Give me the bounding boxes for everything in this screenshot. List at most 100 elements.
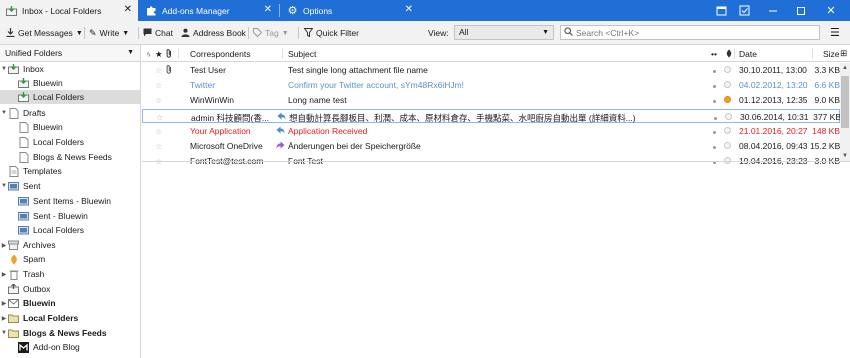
read-column-icon[interactable]: •• — [711, 49, 717, 59]
message-row[interactable]: ☆ WinWinWin Long name test 01.12.2013, 12:3… — [142, 93, 840, 107]
star-icon[interactable]: ☆ — [155, 141, 163, 151]
column-picker-icon[interactable]: ⊞ — [840, 48, 847, 59]
folder-item-bluewin[interactable]: Bluewin — [0, 120, 140, 134]
tab-options[interactable]: ⚙ Options ✕ — [281, 0, 419, 21]
tasks-icon[interactable] — [733, 0, 755, 21]
junk-status-icon[interactable] — [724, 65, 733, 75]
chevron-right-icon[interactable]: ▶ — [0, 242, 8, 249]
date-column[interactable]: Date — [739, 49, 757, 59]
get-messages-button[interactable]: Get Messages ▼ — [6, 25, 83, 41]
star-icon[interactable]: ☆ — [155, 65, 163, 75]
folder-item-local-folders[interactable]: Local Folders — [0, 90, 140, 104]
chevron-down-icon[interactable]: ▼ — [122, 30, 129, 37]
chevron-down-icon[interactable]: ▼ — [0, 330, 8, 336]
star-icon[interactable]: ☆ — [155, 80, 163, 90]
search-field[interactable] — [560, 25, 820, 40]
read-status-icon[interactable] — [714, 112, 722, 122]
folder-item-sent[interactable]: ▼ Sent — [0, 179, 140, 193]
folder-item-spam[interactable]: Spam — [0, 252, 140, 266]
star-icon[interactable]: ☆ — [156, 112, 164, 122]
message-list-scrollbar[interactable]: ▲ ▼ — [840, 63, 850, 161]
chevron-down-icon[interactable]: ▼ — [127, 49, 134, 56]
write-button[interactable]: ✎ Write ▼ — [89, 25, 129, 41]
star-icon[interactable]: ☆ — [155, 95, 163, 105]
pencil-icon: ✎ — [89, 27, 97, 38]
thread-column-icon[interactable]: ᛃ — [146, 49, 151, 59]
chevron-down-icon: ▼ — [542, 29, 549, 36]
folder-item-blogs-news-feeds[interactable]: ▼ Blogs & News Feeds — [0, 326, 140, 340]
puzzle-icon — [146, 5, 157, 16]
read-status-icon[interactable] — [713, 65, 721, 75]
column-divider[interactable] — [734, 48, 735, 59]
junk-flame-icon[interactable] — [724, 95, 733, 105]
junk-column-icon[interactable] — [725, 49, 733, 60]
read-status-icon[interactable] — [713, 80, 721, 90]
folder-item-local-folders[interactable]: Local Folders — [0, 223, 140, 237]
folder-item-outbox[interactable]: Outbox — [0, 282, 140, 296]
chevron-up-icon[interactable]: ▲ — [840, 63, 850, 73]
message-row[interactable]: ☆ Twitter Confirm your Twitter account, sY… — [142, 78, 840, 92]
tab-addons-manager[interactable]: Add-ons Manager ✕ — [140, 0, 278, 21]
chat-button[interactable]: Chat — [143, 25, 173, 41]
chevron-down-icon[interactable]: ▼ — [0, 183, 8, 189]
folder-item-sent-bluewin[interactable]: Sent - Bluewin — [0, 209, 140, 223]
message-row[interactable]: ☆ Test User Test single long attachment fi… — [142, 63, 840, 77]
chevron-down-icon[interactable]: ▼ — [0, 66, 8, 72]
calendar-icon[interactable] — [710, 0, 732, 21]
attachment-column-icon[interactable] — [165, 49, 173, 60]
folder-item-trash[interactable]: ▶ Trash — [0, 267, 140, 281]
folder-item-local-folders[interactable]: ▶ Local Folders — [0, 311, 140, 325]
folder-item-bluewin[interactable]: ▶ Bluewin — [0, 296, 140, 310]
message-row[interactable]: ☆ Your Application Application Received 21.… — [142, 124, 840, 138]
chevron-down-icon[interactable]: ▼ — [0, 110, 8, 116]
star-icon[interactable]: ☆ — [155, 126, 163, 136]
junk-status-icon[interactable] — [724, 126, 733, 136]
column-divider[interactable] — [178, 48, 179, 59]
close-window-button[interactable]: ✕ — [820, 0, 842, 21]
folder-item-sent-items-bluewin[interactable]: Sent Items - Bluewin — [0, 194, 140, 208]
folder-item-bluewin[interactable]: Bluewin — [0, 76, 140, 90]
column-divider[interactable] — [282, 48, 283, 59]
subject-column[interactable]: Subject — [288, 49, 316, 59]
message-row[interactable]: ☆ Microsoft OneDrive Änderungen bei der Sp… — [142, 139, 840, 153]
tab-inbox[interactable]: Inbox - Local Folders ✕ — [0, 0, 138, 21]
folder-item-drafts[interactable]: ▼ Drafts — [0, 106, 140, 120]
view-select[interactable]: All ▼ — [454, 25, 554, 40]
maximize-button[interactable] — [790, 0, 812, 21]
folder-item-blogs-news-feeds[interactable]: Blogs & News Feeds — [0, 150, 140, 164]
scrollbar-thumb[interactable] — [841, 76, 849, 128]
junk-status-icon[interactable] — [725, 112, 734, 122]
chevron-down-icon[interactable]: ▼ — [76, 30, 83, 37]
chevron-right-icon[interactable]: ▶ — [0, 315, 8, 322]
folder-item-add-on-blog[interactable]: Add-on Blog — [0, 340, 140, 354]
quick-filter-button[interactable]: Quick Filter — [303, 25, 359, 41]
junk-status-icon[interactable] — [724, 141, 733, 151]
folder-item-local-folders[interactable]: Local Folders — [0, 135, 140, 149]
chevron-down-icon[interactable]: ▼ — [840, 151, 850, 161]
chevron-down-icon[interactable]: ▼ — [282, 30, 289, 37]
folder-pane-header[interactable]: Unified Folders ▼ — [0, 45, 140, 62]
read-status-icon[interactable] — [713, 126, 721, 136]
search-input[interactable] — [576, 27, 806, 38]
folder-item-templates[interactable]: Templates — [0, 164, 140, 178]
correspondents-column[interactable]: Correspondents — [190, 49, 250, 59]
star-column-icon[interactable]: ★ — [155, 49, 163, 60]
column-divider[interactable] — [812, 48, 813, 59]
tag-button[interactable]: Tag ▼ — [253, 25, 289, 41]
close-tab-icon[interactable]: ✕ — [124, 4, 132, 16]
folder-item-archives[interactable]: ▶ Archives — [0, 238, 140, 252]
close-tab-icon[interactable]: ✕ — [405, 4, 413, 16]
address-book-button[interactable]: Address Book — [181, 25, 246, 41]
message-row[interactable]: ☆ admin 科技顧問(香... 想自動計算長腳板目、利潤、成本、原材料倉存、手機… — [142, 108, 841, 123]
size-column[interactable]: Size — [823, 49, 840, 59]
chevron-right-icon[interactable]: ▶ — [0, 271, 8, 278]
hamburger-menu-icon[interactable]: ☰ — [830, 26, 840, 39]
read-status-icon[interactable] — [713, 95, 721, 105]
chevron-right-icon[interactable]: ▶ — [0, 300, 8, 307]
folder-item-inbox[interactable]: ▼ Inbox — [0, 62, 140, 76]
junk-status-icon[interactable] — [724, 80, 733, 90]
close-tab-icon[interactable]: ✕ — [264, 4, 272, 16]
pane-splitter[interactable] — [142, 161, 850, 162]
read-status-icon[interactable] — [713, 141, 721, 151]
minimize-button[interactable] — [762, 0, 784, 21]
